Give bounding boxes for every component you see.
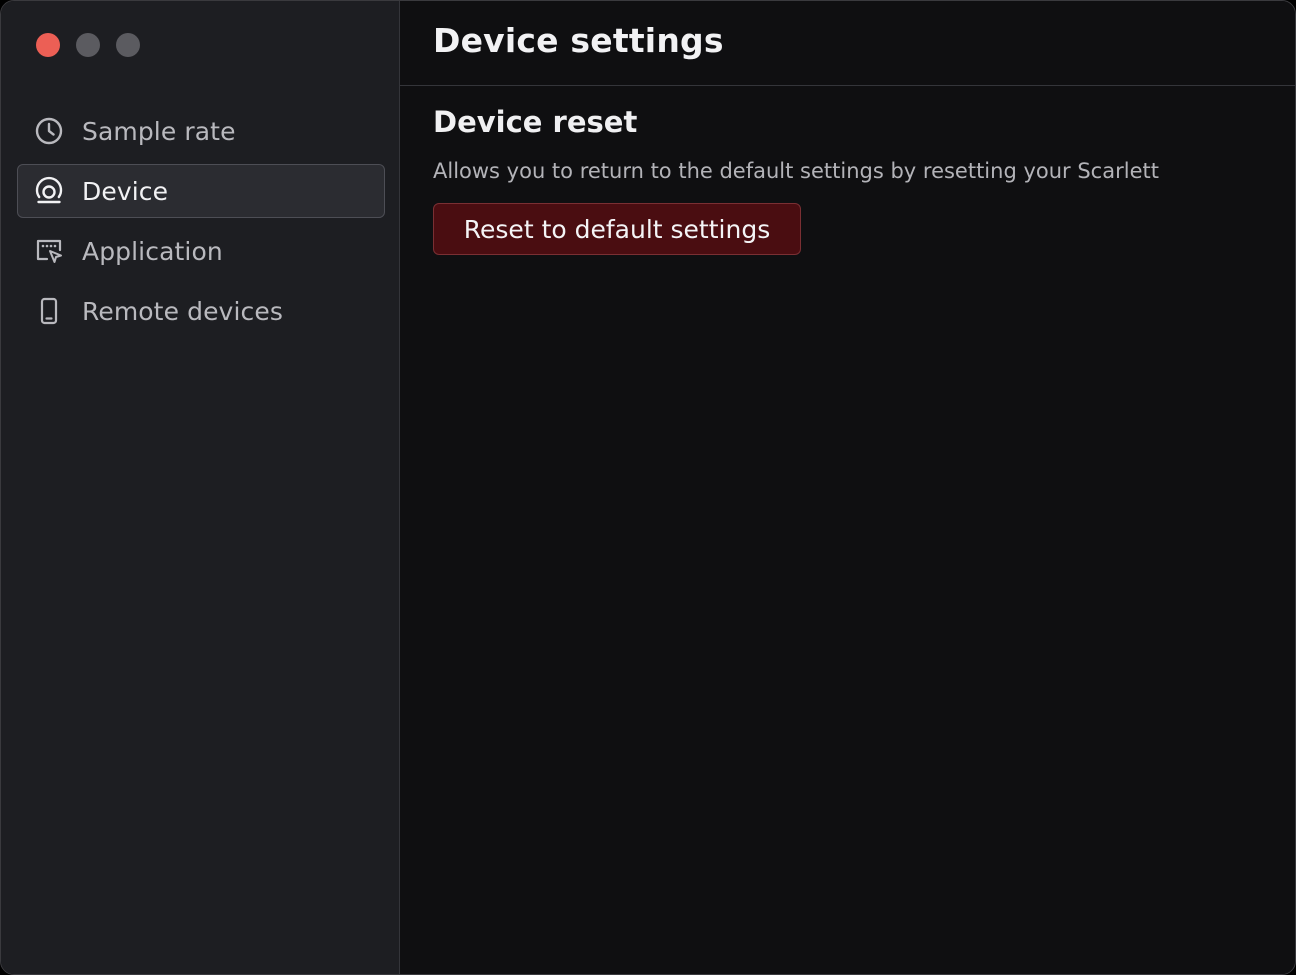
- close-window-button[interactable]: [36, 33, 60, 57]
- sidebar-item-label: Application: [82, 236, 223, 266]
- sidebar-item-device[interactable]: Device: [17, 164, 385, 218]
- sidebar-item-label: Sample rate: [82, 116, 236, 146]
- sidebar-item-remote-devices[interactable]: Remote devices: [17, 284, 385, 338]
- sidebar: Sample rate Device Application Remote de…: [1, 1, 400, 974]
- section-title: Device reset: [433, 105, 638, 139]
- clock-icon: [34, 116, 64, 146]
- zoom-window-button[interactable]: [116, 33, 140, 57]
- main-header: Device settings: [400, 1, 1295, 86]
- application-window-icon: [34, 236, 64, 266]
- settings-window: Sample rate Device Application Remote de…: [0, 0, 1296, 975]
- window-controls: [36, 33, 140, 57]
- page-title: Device settings: [433, 21, 724, 60]
- section-description: Allows you to return to the default sett…: [433, 159, 1159, 183]
- device-ring-icon: [34, 176, 64, 206]
- device-reset-section: Device reset Allows you to return to the…: [433, 105, 1275, 255]
- sidebar-nav: Sample rate Device Application Remote de…: [17, 104, 385, 344]
- sidebar-item-sample-rate[interactable]: Sample rate: [17, 104, 385, 158]
- sidebar-item-application[interactable]: Application: [17, 224, 385, 278]
- sidebar-item-label: Device: [82, 176, 169, 206]
- main-panel: Device settings Device reset Allows you …: [400, 1, 1295, 974]
- reset-to-default-button[interactable]: Reset to default settings: [433, 203, 801, 255]
- minimize-window-button[interactable]: [76, 33, 100, 57]
- sidebar-item-label: Remote devices: [82, 296, 283, 326]
- phone-icon: [34, 296, 64, 326]
